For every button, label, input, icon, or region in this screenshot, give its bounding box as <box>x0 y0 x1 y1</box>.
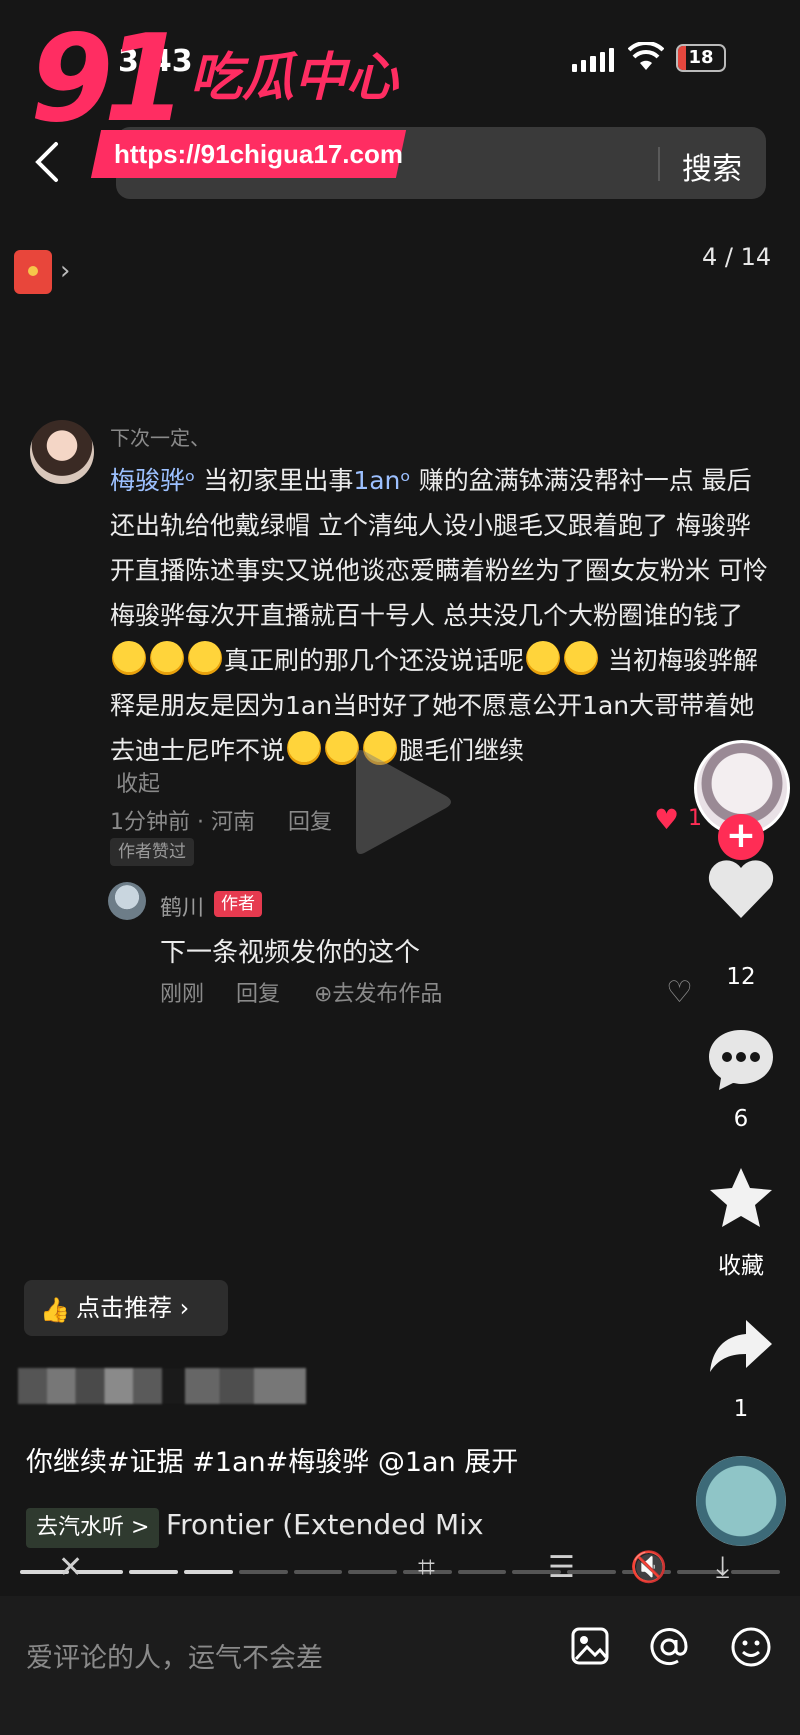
share-count: 1 <box>733 1396 749 1422</box>
watermark-logo-number: 91 <box>30 10 187 149</box>
search-icon: ᵒ <box>400 466 411 495</box>
reply-button[interactable]: 回复 <box>236 976 280 1008</box>
comment-input[interactable]: 爱评论的人，运气不会差 <box>26 1636 323 1675</box>
download-icon[interactable]: ⤓ <box>716 1550 729 1585</box>
mute-icon[interactable]: 🔇 <box>630 1550 667 1585</box>
reply-time: 刚刚 <box>160 982 205 1007</box>
red-packet-icon[interactable] <box>14 250 52 294</box>
reply-username[interactable]: 鹤川 <box>160 890 204 922</box>
progress-segment <box>293 1570 343 1574</box>
wifi-icon <box>627 40 665 76</box>
laugh-cry-emoji-icon <box>564 641 599 675</box>
blurred-author-name <box>18 1368 306 1404</box>
watermark-url: https://91chigua17.com <box>90 130 407 178</box>
thumbs-up-icon: 👍 <box>40 1296 70 1324</box>
comment-text-part: 当初家里出事 <box>203 466 354 495</box>
reply-button[interactable]: 回复 <box>288 804 332 836</box>
progress-segment <box>129 1570 179 1574</box>
like-count: 12 <box>726 964 756 990</box>
laugh-cry-emoji-icon <box>150 641 184 675</box>
recommend-label: 点击推荐 <box>76 1294 172 1322</box>
mention-link[interactable]: 1an <box>353 466 400 495</box>
mention-icon[interactable] <box>648 1626 692 1670</box>
progress-segment <box>348 1570 398 1574</box>
laugh-cry-emoji-icon <box>526 641 561 675</box>
favorite-button[interactable] <box>700 1166 782 1234</box>
favorite-label: 收藏 <box>718 1253 764 1279</box>
search-divider <box>658 147 660 181</box>
reply-text: 下一条视频发你的这个 <box>160 938 421 968</box>
follow-button[interactable]: + <box>718 814 764 860</box>
search-icon: ᵒ <box>185 466 196 495</box>
mention-link[interactable]: 梅骏骅 <box>110 466 185 495</box>
music-title[interactable]: Frontier (Extended Mix <box>166 1508 484 1541</box>
progress-segment <box>238 1570 288 1574</box>
like-button[interactable] <box>700 858 782 924</box>
avatar[interactable] <box>30 420 94 484</box>
scan-icon[interactable]: ⌗ <box>418 1550 435 1585</box>
progress-segment <box>184 1570 233 1574</box>
publish-work-link[interactable]: ⊕去发布作品 <box>314 976 442 1008</box>
share-icon <box>710 1320 772 1372</box>
collapse-button[interactable]: 收起 <box>116 766 160 798</box>
watermark-logo-text: 吃瓜中心 <box>190 48 399 108</box>
avatar[interactable] <box>108 882 146 920</box>
share-button[interactable] <box>700 1318 782 1378</box>
comment-icon <box>709 1030 773 1090</box>
author-liked-badge: 作者赞过 <box>110 838 194 866</box>
laugh-cry-emoji-icon <box>112 641 146 675</box>
comment-button[interactable] <box>700 1028 782 1096</box>
chevron-right-icon: › <box>60 256 71 286</box>
watermark-url-text: https://91chigua17.com <box>114 139 403 169</box>
star-icon <box>710 1168 772 1227</box>
author-badge: 作者 <box>214 891 262 917</box>
close-icon[interactable]: ✕ <box>58 1550 83 1585</box>
heart-outline-icon[interactable]: ♡ <box>666 975 693 1010</box>
music-source-tag[interactable]: 去汽水听 > <box>26 1508 160 1548</box>
signal-icon <box>572 46 615 72</box>
image-icon[interactable] <box>570 1626 614 1670</box>
comment-count: 6 <box>733 1106 749 1132</box>
comment-meta: 1分钟前 · 河南 <box>110 810 255 835</box>
emoji-icon[interactable] <box>730 1626 774 1670</box>
heart-icon <box>708 860 774 918</box>
video-caption[interactable]: 你继续#证据 #1an#梅骏骅 @1an 展开 <box>26 1440 518 1479</box>
laugh-cry-emoji-icon <box>287 731 322 765</box>
battery-icon: 18 <box>676 44 726 72</box>
progress-segment <box>731 1570 781 1574</box>
battery-level: 18 <box>688 47 714 68</box>
comment-text: 梅骏骅ᵒ 当初家里出事1anᵒ 赚的盆满钵满没帮衬一点 最后还出轨给他戴绿帽 立… <box>110 458 770 773</box>
comment-username[interactable]: 下次一定、 <box>110 422 210 451</box>
comment-text-part: 真正刷的那几个还没说话呢 <box>224 646 525 675</box>
laugh-cry-emoji-icon <box>188 641 222 675</box>
music-disc-icon[interactable] <box>696 1456 786 1546</box>
search-button[interactable]: 搜索 <box>682 144 742 188</box>
page-counter: 4 / 14 <box>702 243 772 271</box>
list-icon[interactable]: ☰ <box>548 1550 575 1585</box>
heart-icon[interactable]: ♥ <box>654 803 679 836</box>
progress-segment <box>457 1570 507 1574</box>
play-icon[interactable] <box>346 742 456 866</box>
